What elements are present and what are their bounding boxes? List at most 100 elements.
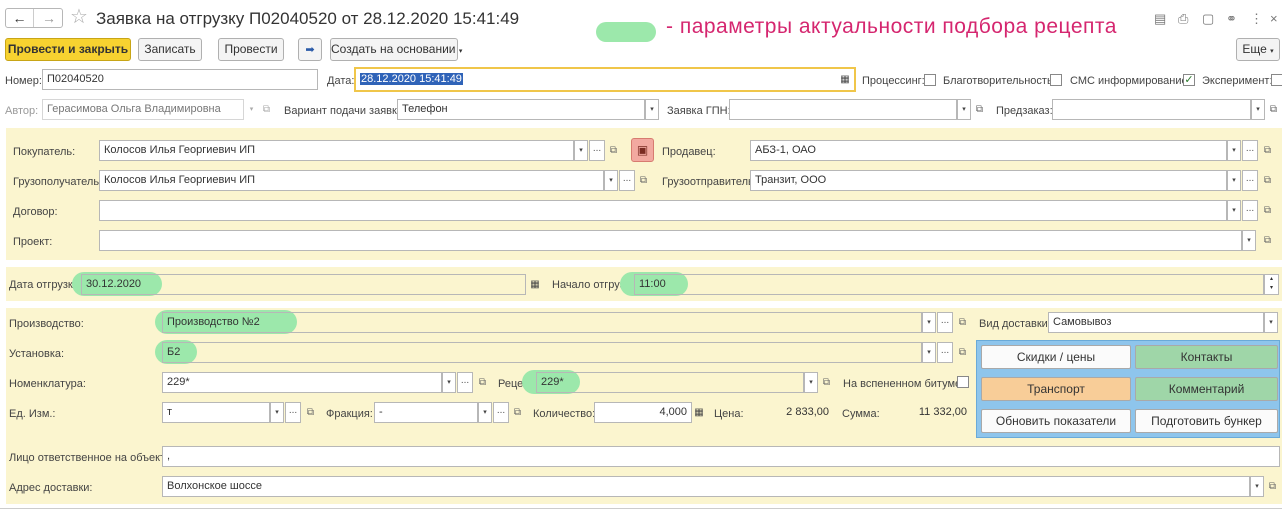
buyer-select-button[interactable]: ... xyxy=(589,140,605,161)
link-icon[interactable]: ⚭ xyxy=(1226,10,1237,28)
buyer-card-button[interactable]: ▣ xyxy=(631,138,654,162)
calendar-icon[interactable]: ▦ xyxy=(838,69,852,90)
date-field[interactable]: 28.12.2020 15:41:49 xyxy=(354,67,856,92)
seller-field[interactable]: АБЗ-1, ОАО xyxy=(750,140,1227,161)
contract-open-icon[interactable]: ⧉ xyxy=(1260,200,1275,221)
save-button[interactable]: Записать xyxy=(138,38,202,61)
sum-label: Сумма: xyxy=(842,408,880,420)
more-button[interactable]: Еще ▾ xyxy=(1236,38,1280,61)
responsible-field[interactable]: , xyxy=(162,446,1280,467)
back-arrow-icon[interactable]: ← xyxy=(6,9,34,27)
contacts-button[interactable]: Контакты xyxy=(1135,345,1278,369)
sms-checkbox[interactable]: ✓ xyxy=(1183,74,1195,86)
refresh-button[interactable]: Обновить показатели xyxy=(981,409,1131,433)
seller-dropdown-icon[interactable]: ▾ xyxy=(1227,140,1241,161)
uom-field[interactable]: т xyxy=(162,402,270,423)
address-dropdown-icon[interactable]: ▾ xyxy=(1250,476,1264,497)
shipper-select-button[interactable]: ... xyxy=(1242,170,1258,191)
gpn-dropdown-icon[interactable]: ▾ xyxy=(957,99,971,120)
recipe-open-icon[interactable]: ⧉ xyxy=(819,372,834,393)
preorder-open-icon[interactable]: ⧉ xyxy=(1266,99,1281,120)
comment-button[interactable]: Комментарий xyxy=(1135,377,1278,401)
bottom-divider xyxy=(0,508,1282,509)
contract-dropdown-icon[interactable]: ▾ xyxy=(1227,200,1241,221)
project-field[interactable] xyxy=(99,230,1242,251)
shipper-field[interactable]: Транзит, ООО xyxy=(750,170,1227,191)
calculator-icon[interactable]: ▦ xyxy=(692,402,706,423)
unit-open-icon[interactable]: ⧉ xyxy=(955,342,970,363)
qty-field[interactable]: 4,000 xyxy=(594,402,692,423)
production-select-button[interactable]: ... xyxy=(937,312,953,333)
print-icon[interactable]: ⎙ xyxy=(1178,10,1188,28)
discounts-button[interactable]: Скидки / цены xyxy=(981,345,1131,369)
consignee-open-icon[interactable]: ⧉ xyxy=(636,170,651,191)
nomenclature-dropdown-icon[interactable]: ▾ xyxy=(442,372,456,393)
production-dropdown-icon[interactable]: ▾ xyxy=(922,312,936,333)
project-dropdown-icon[interactable]: ▾ xyxy=(1242,230,1256,251)
transport-button[interactable]: Транспорт xyxy=(981,377,1131,401)
fraction-dropdown-icon[interactable]: ▾ xyxy=(478,402,492,423)
experiment-checkbox[interactable] xyxy=(1271,74,1282,86)
charity-checkbox[interactable] xyxy=(1050,74,1062,86)
gpn-open-icon[interactable]: ⧉ xyxy=(972,99,987,120)
shipment-date-field[interactable]: 30.12.2020 xyxy=(81,274,526,295)
fraction-field[interactable]: - xyxy=(374,402,478,423)
unit-field[interactable]: Б2 xyxy=(162,342,922,363)
nomenclature-select-button[interactable]: ... xyxy=(457,372,473,393)
delivery-field[interactable]: Самовывоз xyxy=(1048,312,1264,333)
consignee-dropdown-icon[interactable]: ▾ xyxy=(604,170,618,191)
contract-field[interactable] xyxy=(99,200,1227,221)
unit-dropdown-icon[interactable]: ▾ xyxy=(922,342,936,363)
uom-open-icon[interactable]: ⧉ xyxy=(303,402,318,423)
gpn-field[interactable] xyxy=(729,99,957,120)
save-icon[interactable]: ▤ xyxy=(1154,10,1166,28)
consignee-field[interactable]: Колосов Илья Георгиевич ИП xyxy=(99,170,604,191)
number-field[interactable]: П02040520 xyxy=(42,69,318,90)
uom-dropdown-icon[interactable]: ▾ xyxy=(270,402,284,423)
variant-dropdown-icon[interactable]: ▾ xyxy=(645,99,659,120)
nomenclature-field[interactable]: 229* xyxy=(162,372,442,393)
project-open-icon[interactable]: ⧉ xyxy=(1260,230,1275,251)
processing-checkbox[interactable] xyxy=(924,74,936,86)
close-icon[interactable]: × xyxy=(1270,10,1278,28)
delivery-dropdown-icon[interactable]: ▾ xyxy=(1264,312,1278,333)
address-field[interactable]: Волхонское шоссе xyxy=(162,476,1250,497)
recipe-field[interactable]: 229* xyxy=(536,372,804,393)
uom-select-button[interactable]: ... xyxy=(285,402,301,423)
shipper-dropdown-icon[interactable]: ▾ xyxy=(1227,170,1241,191)
production-field[interactable]: Производство №2 xyxy=(162,312,922,333)
seller-open-icon[interactable]: ⧉ xyxy=(1260,140,1275,161)
more-icon[interactable]: ⋮ xyxy=(1250,10,1263,28)
shipper-open-icon[interactable]: ⧉ xyxy=(1260,170,1275,191)
shipment-start-field[interactable]: 11:00 xyxy=(634,274,1264,295)
charity-label: Благотворительность: xyxy=(943,75,1056,87)
fraction-open-icon[interactable]: ⧉ xyxy=(510,402,525,423)
foamed-checkbox[interactable] xyxy=(957,376,969,388)
buyer-dropdown-icon[interactable]: ▾ xyxy=(574,140,588,161)
favorite-star-icon[interactable]: ☆ xyxy=(70,6,88,28)
post-button[interactable]: Провести xyxy=(218,38,284,61)
production-label: Производство: xyxy=(9,318,84,330)
buyer-open-icon[interactable]: ⧉ xyxy=(606,140,621,161)
preview-icon[interactable]: ▢ xyxy=(1202,10,1214,28)
recipe-dropdown-icon[interactable]: ▾ xyxy=(804,372,818,393)
shipment-calendar-icon[interactable]: ▦ xyxy=(528,274,542,295)
post-movement-button[interactable]: ➡ xyxy=(298,38,322,61)
seller-select-button[interactable]: ... xyxy=(1242,140,1258,161)
address-open-icon[interactable]: ⧉ xyxy=(1265,476,1280,497)
variant-field[interactable]: Телефон xyxy=(397,99,645,120)
contract-select-button[interactable]: ... xyxy=(1242,200,1258,221)
forward-arrow-icon[interactable]: → xyxy=(35,9,63,27)
bunker-button[interactable]: Подготовить бункер xyxy=(1135,409,1278,433)
post-and-close-button[interactable]: Провести и закрыть xyxy=(5,38,131,61)
unit-select-button[interactable]: ... xyxy=(937,342,953,363)
production-open-icon[interactable]: ⧉ xyxy=(955,312,970,333)
preorder-field[interactable] xyxy=(1052,99,1251,120)
create-based-on-button[interactable]: Создать на основании ▾ xyxy=(330,38,462,61)
nomenclature-open-icon[interactable]: ⧉ xyxy=(475,372,490,393)
buyer-field[interactable]: Колосов Илья Георгиевич ИП xyxy=(99,140,574,161)
preorder-dropdown-icon[interactable]: ▾ xyxy=(1251,99,1265,120)
fraction-select-button[interactable]: ... xyxy=(493,402,509,423)
consignee-select-button[interactable]: ... xyxy=(619,170,635,191)
time-spinner[interactable]: ▴ ▾ xyxy=(1264,274,1279,295)
